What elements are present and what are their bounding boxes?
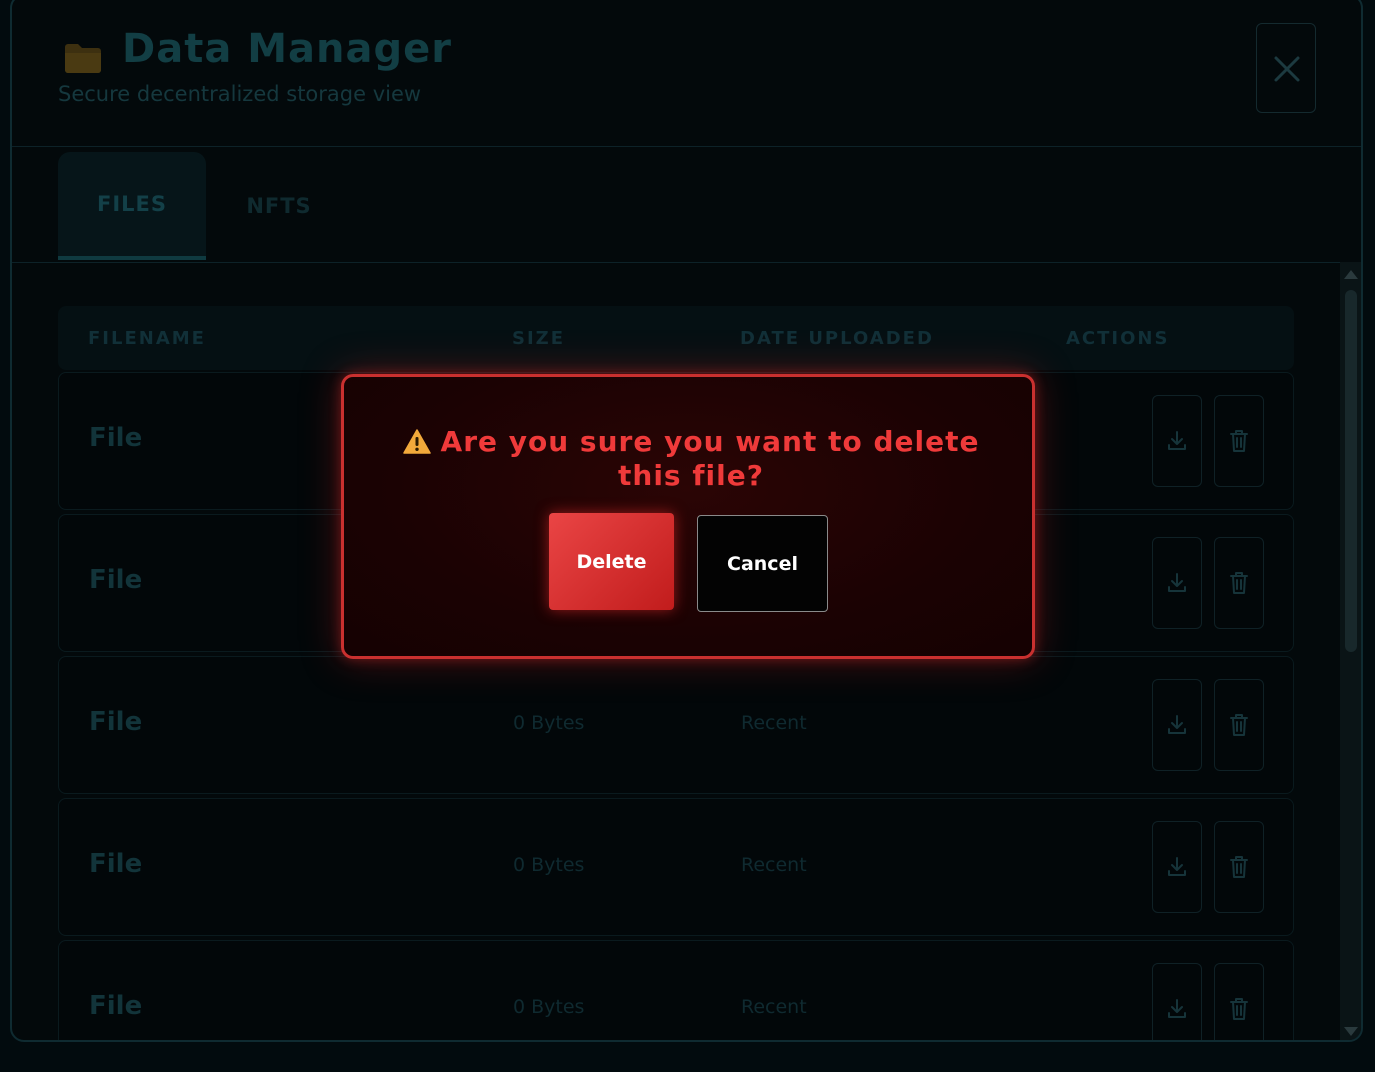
download-icon — [1168, 573, 1186, 592]
download-button[interactable] — [1152, 679, 1202, 771]
column-header-filename: FILENAME — [88, 328, 206, 349]
download-button[interactable] — [1152, 821, 1202, 913]
download-icon — [1168, 715, 1186, 734]
file-date: Recent — [741, 854, 807, 876]
close-button[interactable] — [1256, 23, 1316, 113]
warning-icon — [402, 429, 431, 454]
table-row: File 0 Bytes Recent — [58, 656, 1294, 794]
download-icon — [1168, 857, 1186, 876]
delete-confirm-dialog: Are you sure you want to delete this fil… — [341, 374, 1035, 659]
file-date: Recent — [741, 996, 807, 1018]
confirm-message: Are you sure you want to delete this fil… — [384, 425, 998, 493]
file-size: 0 Bytes — [513, 996, 585, 1018]
trash-icon — [1230, 856, 1248, 878]
page-title: Data Manager — [122, 26, 452, 72]
scroll-up-icon[interactable] — [1344, 270, 1358, 279]
tab-bar: FILES NFTS — [12, 146, 1361, 263]
trash-icon — [1230, 430, 1248, 452]
file-size: 0 Bytes — [513, 854, 585, 876]
table-row: File 0 Bytes Recent — [58, 940, 1294, 1040]
scroll-thumb[interactable] — [1345, 290, 1357, 652]
delete-file-button[interactable] — [1214, 963, 1264, 1040]
tab-files[interactable]: FILES — [58, 152, 206, 260]
trash-icon — [1230, 572, 1248, 594]
column-header-date: DATE UPLOADED — [740, 328, 934, 349]
download-button[interactable] — [1152, 395, 1202, 487]
delete-file-button[interactable] — [1214, 821, 1264, 913]
download-button[interactable] — [1152, 963, 1202, 1040]
delete-file-button[interactable] — [1214, 537, 1264, 629]
delete-file-button[interactable] — [1214, 395, 1264, 487]
table-row: File 0 Bytes Recent — [58, 798, 1294, 936]
download-icon — [1168, 431, 1186, 450]
table-header: FILENAME SIZE DATE UPLOADED ACTIONS — [58, 306, 1294, 370]
tab-nfts[interactable]: NFTS — [224, 152, 334, 260]
scroll-down-icon[interactable] — [1344, 1027, 1358, 1036]
download-button[interactable] — [1152, 537, 1202, 629]
file-name: File — [89, 991, 143, 1021]
header: Data Manager Secure decentralized storag… — [12, 0, 1361, 147]
file-date: Recent — [741, 712, 807, 734]
trash-icon — [1230, 998, 1248, 1020]
cancel-button[interactable]: Cancel — [697, 515, 828, 612]
file-name: File — [89, 849, 143, 879]
download-icon — [1168, 999, 1186, 1018]
file-name: File — [89, 423, 143, 453]
close-icon — [1274, 56, 1300, 82]
confirm-message-text: Are you sure you want to delete this fil… — [440, 425, 980, 492]
file-name: File — [89, 707, 143, 737]
delete-file-button[interactable] — [1214, 679, 1264, 771]
vertical-scrollbar[interactable] — [1340, 262, 1361, 1040]
folder-icon — [65, 44, 101, 73]
confirm-delete-button[interactable]: Delete — [549, 513, 674, 610]
page-subtitle: Secure decentralized storage view — [58, 82, 422, 106]
column-header-actions: ACTIONS — [1066, 328, 1170, 349]
file-name: File — [89, 565, 143, 595]
column-header-size: SIZE — [512, 328, 566, 349]
trash-icon — [1230, 714, 1248, 736]
file-size: 0 Bytes — [513, 712, 585, 734]
